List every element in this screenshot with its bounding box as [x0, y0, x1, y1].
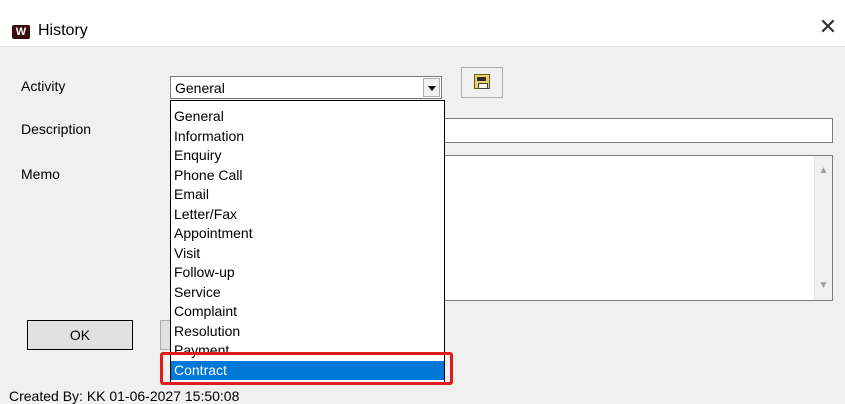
app-logo-icon: W: [12, 25, 30, 39]
scroll-up-icon[interactable]: ▲: [815, 162, 832, 179]
dropdown-option[interactable]: Service: [171, 283, 444, 302]
dropdown-option[interactable]: Letter/Fax: [171, 205, 444, 224]
dropdown-arrow-icon[interactable]: [423, 78, 440, 97]
window-title: History: [38, 22, 88, 39]
memo-label: Memo: [21, 166, 60, 182]
activity-selected-value: General: [175, 80, 225, 96]
activity-label: Activity: [21, 78, 66, 94]
dropdown-option[interactable]: Complaint: [171, 302, 444, 321]
activity-dropdown-list[interactable]: General Information Enquiry Phone Call Email…: [170, 100, 445, 385]
memo-textarea[interactable]: ▲ ▼: [440, 155, 833, 301]
memo-scrollbar[interactable]: ▲ ▼: [814, 156, 832, 300]
dropdown-option[interactable]: Visit: [171, 244, 444, 263]
clipboard-folder-icon: [474, 74, 490, 89]
title-bar: W History ✕: [0, 0, 845, 47]
dropdown-option[interactable]: Enquiry: [171, 146, 444, 165]
dropdown-option[interactable]: Information: [171, 127, 444, 146]
scroll-down-icon[interactable]: ▼: [815, 277, 832, 294]
dropdown-option[interactable]: Email: [171, 185, 444, 204]
ok-button[interactable]: OK: [27, 320, 133, 350]
close-button[interactable]: ✕: [817, 16, 839, 38]
clipboard-folder-button[interactable]: [461, 67, 503, 98]
dropdown-option[interactable]: Phone Call: [171, 166, 444, 185]
activity-combobox[interactable]: General: [170, 76, 442, 99]
dropdown-option[interactable]: General: [171, 107, 444, 126]
description-label: Description: [21, 121, 92, 137]
created-by-status: Created By: KK 01-06-2027 15:50:08: [9, 388, 240, 404]
dropdown-option[interactable]: Resolution: [171, 322, 444, 341]
dropdown-option[interactable]: Follow-up: [171, 263, 444, 282]
description-input[interactable]: [440, 118, 833, 143]
dropdown-option[interactable]: Appointment: [171, 224, 444, 243]
highlight-annotation: [160, 352, 453, 385]
